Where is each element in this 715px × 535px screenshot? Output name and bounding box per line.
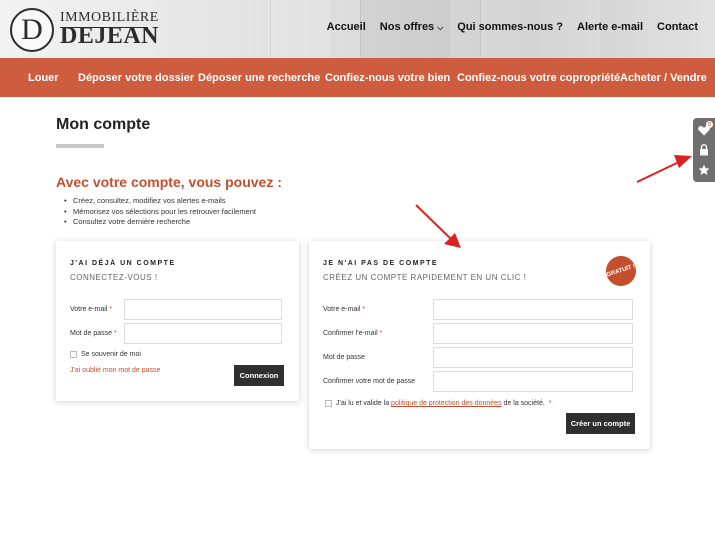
main-nav-deposer-dossier[interactable]: Déposer votre dossier (78, 72, 194, 84)
main-nav-confiez-copropriete[interactable]: Confiez-nous votre copropriété (457, 72, 620, 84)
side-quick-panel: 0 (693, 118, 715, 182)
register-confirm-email-input[interactable] (433, 323, 633, 344)
forgot-password-link[interactable]: J'ai oublié mon mot de passe (70, 367, 160, 374)
annotation-arrow-lock (636, 155, 692, 183)
top-nav-qui-sommes-nous[interactable]: Qui sommes-nous ? (457, 21, 563, 33)
terms-prefix: J'ai lu et valide la (336, 400, 390, 407)
required-mark: * (379, 330, 383, 337)
register-confirm-email-label: Confirmer l'e-mail * (323, 330, 382, 337)
favorites-count-badge: 0 (706, 121, 713, 128)
register-confirm-email-label-text: Confirmer l'e-mail (323, 330, 378, 337)
top-navigation: Accueil Nos offres ⌵ Qui sommes-nous ? Al… (327, 21, 698, 33)
required-mark: * (548, 400, 552, 407)
list-item: Consultez votre dernière recherche (64, 217, 256, 228)
terms-checkbox[interactable] (325, 400, 332, 407)
login-password-label-text: Mot de passe (70, 330, 113, 337)
top-nav-alerte-email[interactable]: Alerte e-mail (577, 21, 643, 33)
required-mark: * (114, 330, 117, 337)
terms-suffix: de la société. (503, 400, 545, 407)
required-mark: * (362, 306, 366, 313)
logo-monogram: D (10, 8, 54, 52)
register-password-label: Mot de passe (323, 354, 366, 361)
chevron-down-icon: ⌵ (437, 23, 444, 32)
register-confirm-password-label: Confirmer votre mot de passe (323, 378, 416, 385)
title-underline (56, 144, 104, 148)
logo-line-2: DEJEAN (60, 23, 160, 49)
top-nav-nos-offres-label: Nos offres (379, 21, 435, 33)
account-lock-button[interactable] (693, 140, 715, 160)
top-nav-accueil[interactable]: Accueil (327, 21, 366, 33)
main-nav-louer[interactable]: Louer (28, 72, 59, 84)
benefits-list: Créez, consultez, modifiez vos alertes e… (64, 196, 256, 228)
login-subheading: CONNECTEZ-VOUS ! (70, 273, 158, 282)
login-password-label: Mot de passe * (70, 330, 117, 337)
main-nav-acheter-vendre[interactable]: Acheter / Vendre (620, 72, 707, 84)
register-submit-button[interactable]: Créer un compte (566, 413, 635, 434)
top-nav-contact[interactable]: Contact (657, 21, 698, 33)
main-nav-deposer-recherche[interactable]: Déposer une recherche (198, 72, 320, 84)
benefits-heading: Avec votre compte, vous pouvez : (56, 174, 282, 190)
page-title: Mon compte (56, 116, 151, 133)
login-heading: J'AI DÉJÀ UN COMPTE (70, 260, 176, 267)
site-logo[interactable]: D IMMOBILIÈRE DEJEAN (10, 8, 159, 52)
register-email-input[interactable] (433, 299, 633, 320)
remember-me-checkbox[interactable] (70, 351, 77, 358)
top-nav-nos-offres[interactable]: Nos offres ⌵ (380, 21, 443, 33)
list-item: Créez, consultez, modifiez vos alertes e… (64, 196, 256, 207)
register-heading: JE N'AI PAS DE COMPTE (323, 260, 439, 267)
remember-me-label: Se souvenir de moi (81, 351, 141, 358)
lock-icon (700, 144, 708, 156)
register-email-label-text: Votre e-mail (323, 306, 361, 313)
login-email-label-text: Votre e-mail (70, 306, 108, 313)
terms-label: J'ai lu et valide la politique de protec… (336, 400, 551, 407)
login-email-label: Votre e-mail * (70, 306, 112, 313)
register-confirm-password-input[interactable] (433, 371, 633, 392)
main-navigation: Louer Déposer votre dossier Déposer une … (0, 58, 715, 97)
list-item: Mémorisez vos sélections pour les retrou… (64, 207, 256, 218)
login-email-input[interactable] (124, 299, 282, 320)
login-submit-button[interactable]: Connexion (234, 365, 284, 386)
register-password-input[interactable] (433, 347, 633, 368)
star-icon (698, 164, 710, 175)
login-card: J'AI DÉJÀ UN COMPTE CONNECTEZ-VOUS ! Vot… (56, 241, 299, 401)
required-mark: * (109, 306, 113, 313)
register-email-label: Votre e-mail * (323, 306, 365, 313)
privacy-policy-link[interactable]: politique de protection des données (391, 400, 502, 407)
saved-searches-button[interactable] (693, 160, 715, 180)
register-card: JE N'AI PAS DE COMPTE CRÉEZ UN COMPTE RA… (309, 241, 650, 449)
register-subheading: CRÉEZ UN COMPTE RAPIDEMENT EN UN CLIC ! (323, 273, 527, 282)
favorites-button[interactable]: 0 (693, 120, 715, 140)
header-background-decoration (270, 0, 330, 58)
header-top-bar: D IMMOBILIÈRE DEJEAN Accueil Nos offres ⌵… (0, 0, 715, 58)
login-password-input[interactable] (124, 323, 282, 344)
main-nav-confiez-bien[interactable]: Confiez-nous votre bien (325, 72, 450, 84)
